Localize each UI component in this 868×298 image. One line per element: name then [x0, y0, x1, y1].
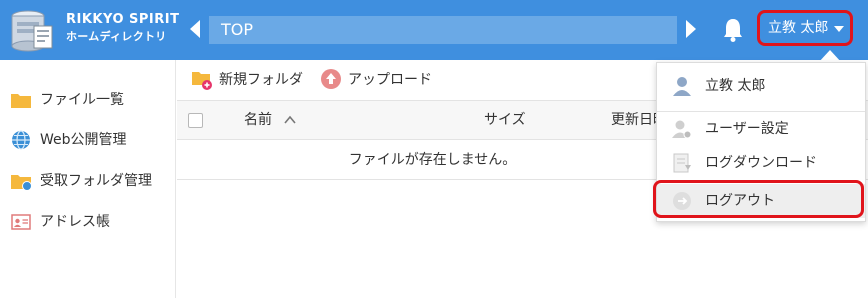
folder-icon: [11, 94, 31, 108]
sort-ascending-icon[interactable]: [284, 114, 296, 126]
select-all-checkbox[interactable]: [188, 113, 203, 128]
brand: RIKKYO SPIRIT ホームディレクトリ: [66, 13, 179, 42]
path-field[interactable]: TOP: [209, 16, 677, 44]
forward-arrow-icon[interactable]: [686, 20, 696, 38]
log-download-icon: [673, 153, 691, 173]
bell-icon[interactable]: [722, 17, 744, 43]
upload-icon: [321, 69, 341, 89]
brand-title: RIKKYO SPIRIT: [66, 12, 180, 27]
new-folder-icon: [192, 72, 212, 90]
sidebar-item-label: 受取フォルダ管理: [40, 173, 152, 189]
user-settings-icon: [672, 120, 692, 139]
chevron-down-icon: [834, 26, 844, 32]
server-logo-icon: [11, 10, 53, 52]
shared-folder-icon: [11, 175, 32, 191]
menu-item-label: ログダウンロード: [705, 155, 817, 171]
dropdown-user-name: 立教 太郎: [705, 78, 766, 94]
header-bar: RIKKYO SPIRIT ホームディレクトリ TOP 立教 太郎: [0, 0, 868, 60]
sidebar-item-label: Web公開管理: [40, 132, 127, 148]
logout-highlight-box: [653, 180, 864, 218]
upload-label: アップロード: [348, 72, 432, 88]
user-name: 立教 太郎: [768, 20, 829, 36]
menu-item-label: ユーザー設定: [705, 121, 789, 137]
column-header-size[interactable]: サイズ: [484, 101, 526, 139]
column-header-name[interactable]: 名前: [244, 101, 272, 139]
dropdown-user-header: 立教 太郎: [657, 69, 865, 103]
user-icon: [673, 77, 691, 96]
sidebar: ファイル一覧 Web公開管理 受取フォルダ管理 アドレス帳: [0, 60, 176, 298]
user-menu-button[interactable]: 立教 太郎: [757, 10, 853, 46]
globe-icon: [12, 130, 30, 150]
brand-subtitle: ホームディレクトリ: [66, 30, 167, 43]
empty-message: ファイルが存在しません。: [348, 152, 517, 168]
address-card-icon: [11, 214, 31, 230]
back-arrow-icon[interactable]: [190, 20, 200, 38]
menu-item-log-download[interactable]: ログダウンロード: [657, 146, 865, 180]
sidebar-item-label: アドレス帳: [40, 214, 110, 230]
sidebar-item-label: ファイル一覧: [40, 92, 124, 108]
new-folder-label: 新規フォルダ: [219, 72, 303, 88]
menu-item-user-settings[interactable]: ユーザー設定: [657, 112, 865, 146]
